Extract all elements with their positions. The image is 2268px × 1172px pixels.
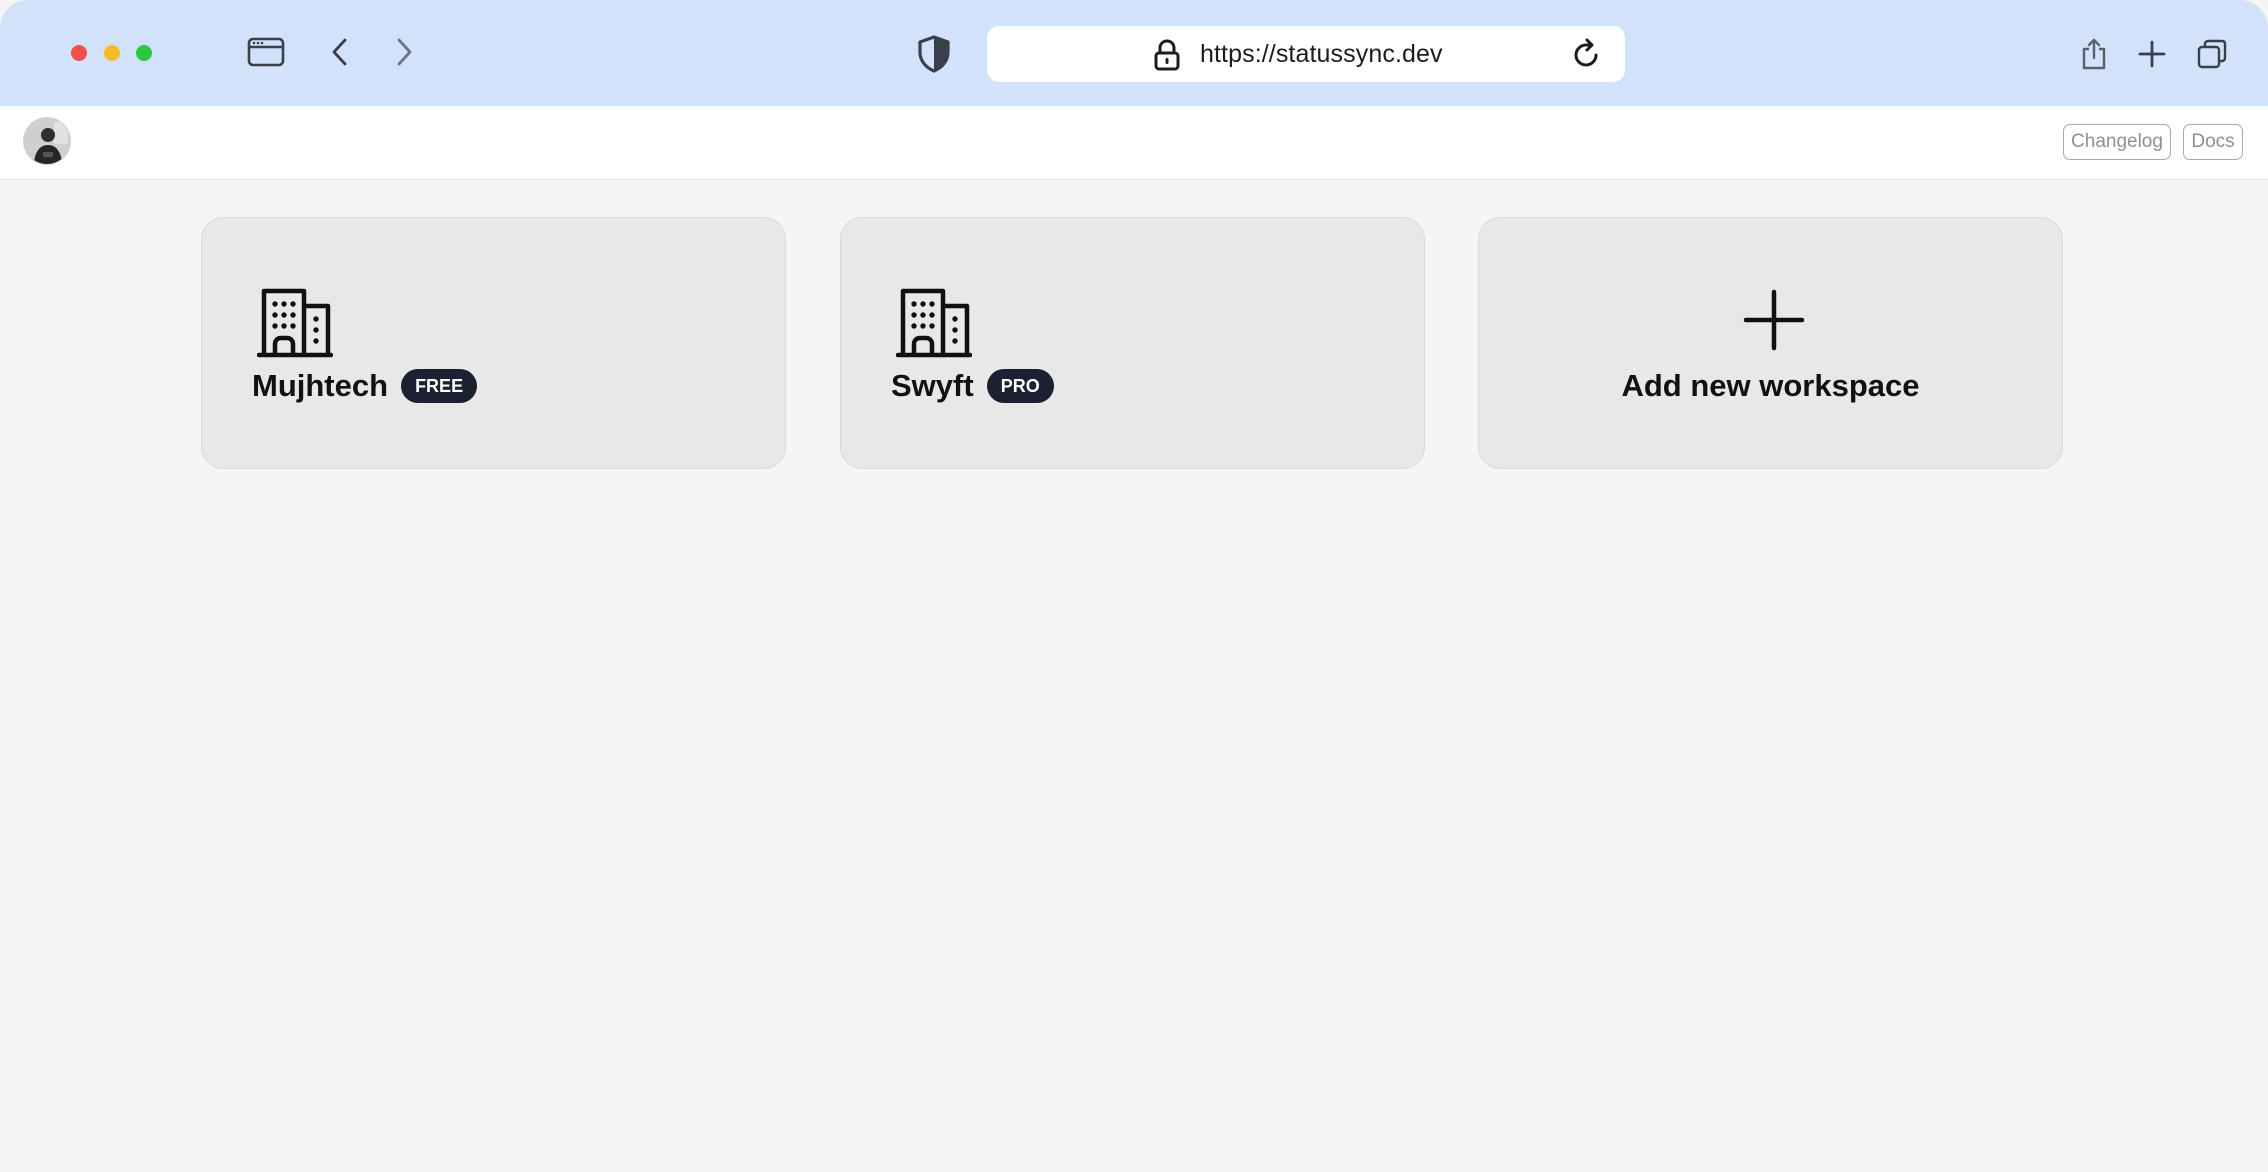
workspace-card-swyft[interactable]: Swyft PRO [840,217,1425,469]
share-icon[interactable] [2076,34,2112,74]
app-header: Changelog Docs [0,106,2268,180]
workspace-name: Mujhtech [252,368,389,403]
workspace-title-row: Mujhtech FREE [252,366,478,406]
lock-icon [1151,38,1183,72]
sidebar-icon[interactable] [246,34,286,70]
workspace-name: Swyft [891,368,974,403]
workspace-title-row: Swyft PRO [891,366,1054,406]
browser-window: https://statussync.dev Changelog Docs Mu… [0,0,2268,1172]
building-icon [895,286,973,358]
changelog-link[interactable]: Changelog [2063,124,2171,160]
plus-icon [1743,289,1805,351]
plan-badge: PRO [986,369,1054,403]
new-tab-plus-icon[interactable] [2134,34,2170,74]
address-bar[interactable]: https://statussync.dev [987,26,1625,82]
browser-toolbar: https://statussync.dev [0,0,2268,106]
plan-badge: FREE [401,369,478,403]
building-icon [256,286,334,358]
back-chevron-icon[interactable] [322,34,358,70]
maximize-window-button[interactable] [136,45,152,61]
close-window-button[interactable] [71,45,87,61]
shield-icon[interactable] [914,34,954,74]
url-text: https://statussync.dev [1200,40,1443,68]
reload-icon[interactable] [1569,36,1605,72]
add-workspace-label: Add new workspace [1621,368,1920,403]
minimize-window-button[interactable] [104,45,120,61]
workspace-card-mujhtech[interactable]: Mujhtech FREE [201,217,786,469]
docs-link[interactable]: Docs [2183,124,2243,160]
tabs-overview-icon[interactable] [2192,34,2232,74]
user-avatar[interactable] [23,117,71,165]
add-workspace-card[interactable]: Add new workspace [1478,217,2063,469]
forward-chevron-icon[interactable] [386,34,422,70]
